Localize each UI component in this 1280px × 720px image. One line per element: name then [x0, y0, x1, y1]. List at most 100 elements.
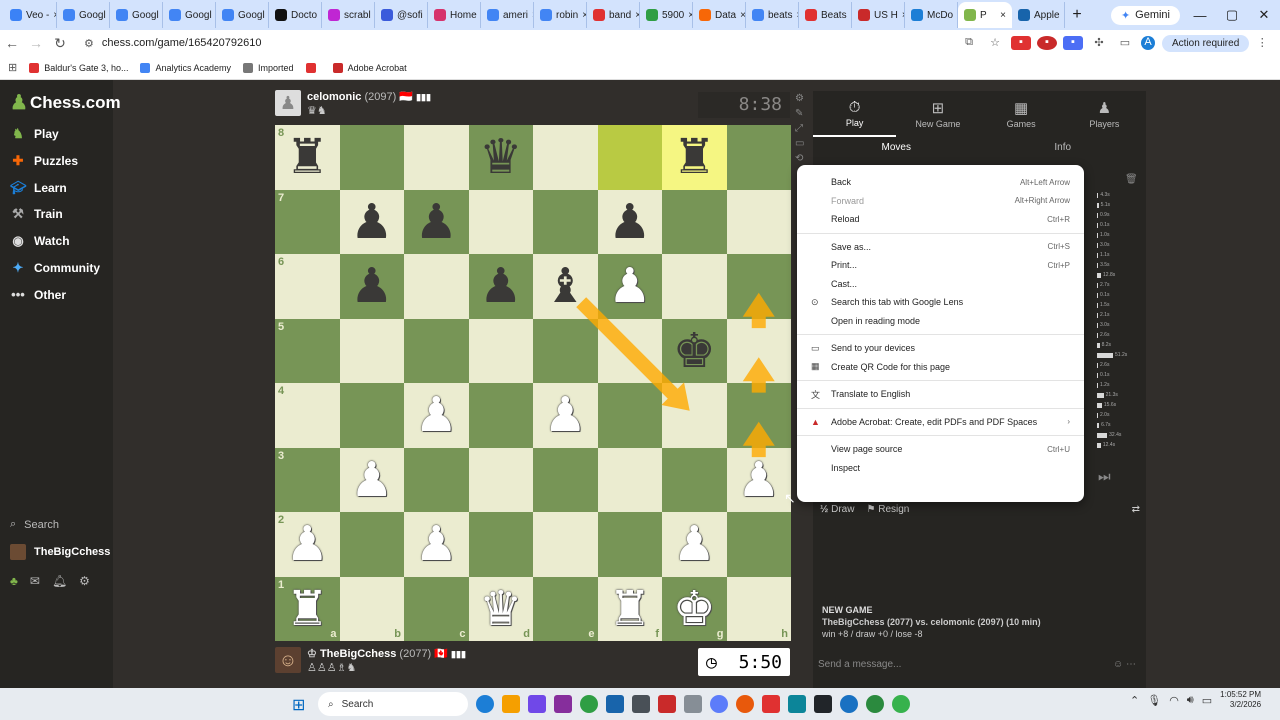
white-pawn-icon[interactable]: ♟: [544, 391, 587, 439]
tab[interactable]: @sofi×: [375, 2, 428, 28]
apps-grid-icon[interactable]: ⊞: [8, 61, 17, 74]
rematch-icon[interactable]: ⇄: [1132, 504, 1140, 515]
square-a7[interactable]: 7: [275, 189, 340, 254]
square-g7[interactable]: [662, 189, 727, 254]
close-window-icon[interactable]: ✕: [1248, 7, 1280, 23]
address-bar[interactable]: ⚙ chess.com/game/165420792610: [76, 32, 956, 54]
gemini-button[interactable]: ✦ Gemini: [1110, 5, 1180, 25]
square-e7[interactable]: [533, 189, 598, 254]
square-b7[interactable]: ♟: [339, 189, 404, 254]
square-c4[interactable]: ♟: [404, 383, 469, 448]
minimize-icon[interactable]: —: [1184, 8, 1216, 23]
square-c6[interactable]: [404, 254, 469, 319]
tab[interactable]: band×: [587, 2, 640, 28]
tab[interactable]: robin×: [534, 2, 587, 28]
tab[interactable]: Veo -×: [4, 2, 57, 28]
white-rook-icon[interactable]: ♜: [286, 585, 329, 633]
black-pawn-icon[interactable]: ♟: [479, 262, 522, 310]
tab-new-game[interactable]: ⊞ New Game: [896, 91, 979, 137]
tab[interactable]: Apple×: [1012, 2, 1065, 28]
message-input[interactable]: Send a message... ☺ ⋯: [813, 652, 1146, 676]
tab-close-icon[interactable]: ×: [1000, 10, 1006, 21]
white-pawn-icon[interactable]: ♟: [737, 456, 780, 504]
tab-active[interactable]: P ×: [958, 2, 1012, 28]
url-text[interactable]: chess.com/game/165420792610: [102, 37, 262, 49]
taskbar-app-icon[interactable]: [814, 695, 832, 713]
top-player-avatar[interactable]: ♟: [275, 90, 301, 116]
square-h3[interactable]: ♟: [726, 447, 791, 512]
black-pawn-icon[interactable]: ♟: [350, 262, 393, 310]
menu-item-send-to-your-devices[interactable]: ▭ Send to your devices: [797, 339, 1084, 358]
square-h1[interactable]: h: [726, 576, 791, 641]
bookmark-star-icon[interactable]: ☆: [985, 36, 1005, 50]
draw-button[interactable]: ½ Draw: [820, 504, 854, 515]
expand-icon[interactable]: ⤢: [795, 123, 809, 134]
tab-players[interactable]: ♟ Players: [1063, 91, 1146, 137]
taskbar-app-icon[interactable]: [658, 695, 676, 713]
taskbar-app-icon[interactable]: [684, 695, 702, 713]
forward-arrow-icon[interactable]: →: [24, 35, 48, 51]
extension-red-icon[interactable]: ▪: [1011, 36, 1031, 50]
battery-icon[interactable]: ▭: [1202, 694, 1212, 707]
square-d3[interactable]: [468, 447, 533, 512]
menu-kebab-icon[interactable]: ⋮: [1252, 36, 1272, 50]
black-rook-icon[interactable]: ♜: [673, 133, 716, 181]
square-e3[interactable]: [533, 447, 598, 512]
settings-gear-icon[interactable]: ⚙: [795, 93, 809, 104]
tab[interactable]: McDo×: [905, 2, 958, 28]
white-queen-icon[interactable]: ♛: [479, 585, 522, 633]
white-pawn-icon[interactable]: ♟: [415, 391, 458, 439]
square-d6[interactable]: ♟: [468, 254, 533, 319]
square-g5[interactable]: ♚: [662, 318, 727, 383]
emoji-icon[interactable]: ☺: [1113, 659, 1123, 670]
back-arrow-icon[interactable]: ←: [0, 35, 24, 51]
tab[interactable]: scrabl×: [322, 2, 375, 28]
black-rook-icon[interactable]: ♜: [286, 133, 329, 181]
taskbar-app-icon[interactable]: [476, 695, 494, 713]
square-f3[interactable]: [597, 447, 662, 512]
analysis-icon[interactable]: ✎: [795, 108, 809, 119]
menu-item-cast[interactable]: Cast...: [797, 275, 1084, 294]
windows-start-icon[interactable]: ⊞: [292, 695, 305, 715]
taskbar-app-icon[interactable]: [632, 695, 650, 713]
square-e8[interactable]: [533, 125, 598, 190]
square-c8[interactable]: [404, 125, 469, 190]
taskbar-app-icon[interactable]: [736, 695, 754, 713]
square-e2[interactable]: [533, 512, 598, 577]
menu-item-reload[interactable]: Reload Ctrl+R: [797, 210, 1084, 229]
last-move-icon[interactable]: ⏭: [1098, 468, 1111, 485]
square-d1[interactable]: d ♛: [468, 576, 533, 641]
square-c7[interactable]: ♟: [404, 189, 469, 254]
taskbar-search[interactable]: ⌕ Search: [318, 692, 468, 716]
more-icon[interactable]: ⋯: [1126, 659, 1136, 670]
sidebar-item-watch[interactable]: ◉ Watch: [10, 230, 69, 252]
sidebar-item-train[interactable]: ⚒ Train: [10, 203, 63, 225]
action-required-button[interactable]: Action required: [1162, 34, 1250, 52]
square-c1[interactable]: c: [404, 576, 469, 641]
taskbar-app-icon[interactable]: [554, 695, 572, 713]
square-h2[interactable]: [726, 512, 791, 577]
square-e4[interactable]: ♟: [533, 383, 598, 448]
square-b1[interactable]: b: [339, 576, 404, 641]
black-king-icon[interactable]: ♚: [673, 327, 716, 375]
square-c3[interactable]: [404, 447, 469, 512]
square-b3[interactable]: ♟: [339, 447, 404, 512]
top-player-name[interactable]: celomonic: [307, 91, 361, 103]
friends-icon[interactable]: ♣: [10, 574, 18, 588]
square-h8[interactable]: [726, 125, 791, 190]
taskbar-clock[interactable]: 1:05:52 PM 3/2/2026: [1220, 690, 1261, 710]
square-a1[interactable]: 1 a ♜: [275, 576, 340, 641]
white-pawn-icon[interactable]: ♟: [350, 456, 393, 504]
white-rook-icon[interactable]: ♜: [608, 585, 651, 633]
square-a4[interactable]: 4: [275, 383, 340, 448]
tab[interactable]: US H×: [852, 2, 905, 28]
square-a6[interactable]: 6: [275, 254, 340, 319]
chess-board[interactable]: 8 ♜ ♛ ♜ 7 ♟ ♟ ♟ 6 ♟ ♟ ♝ ♟ 5 ♚ 4 ♟ ♟ 3 ♟ ♟ 2 ♟ ♟ ♟ 1 a ♜ b c d ♛ e f ♜ g ♚ h: [275, 125, 791, 641]
extension-abp-icon[interactable]: ▪: [1037, 36, 1057, 50]
bottom-player-name[interactable]: TheBigCchess: [320, 648, 396, 660]
white-pawn-icon[interactable]: ♟: [286, 520, 329, 568]
square-d2[interactable]: [468, 512, 533, 577]
square-f1[interactable]: f ♜: [597, 576, 662, 641]
mail-icon[interactable]: ✉: [30, 574, 40, 588]
square-d4[interactable]: [468, 383, 533, 448]
